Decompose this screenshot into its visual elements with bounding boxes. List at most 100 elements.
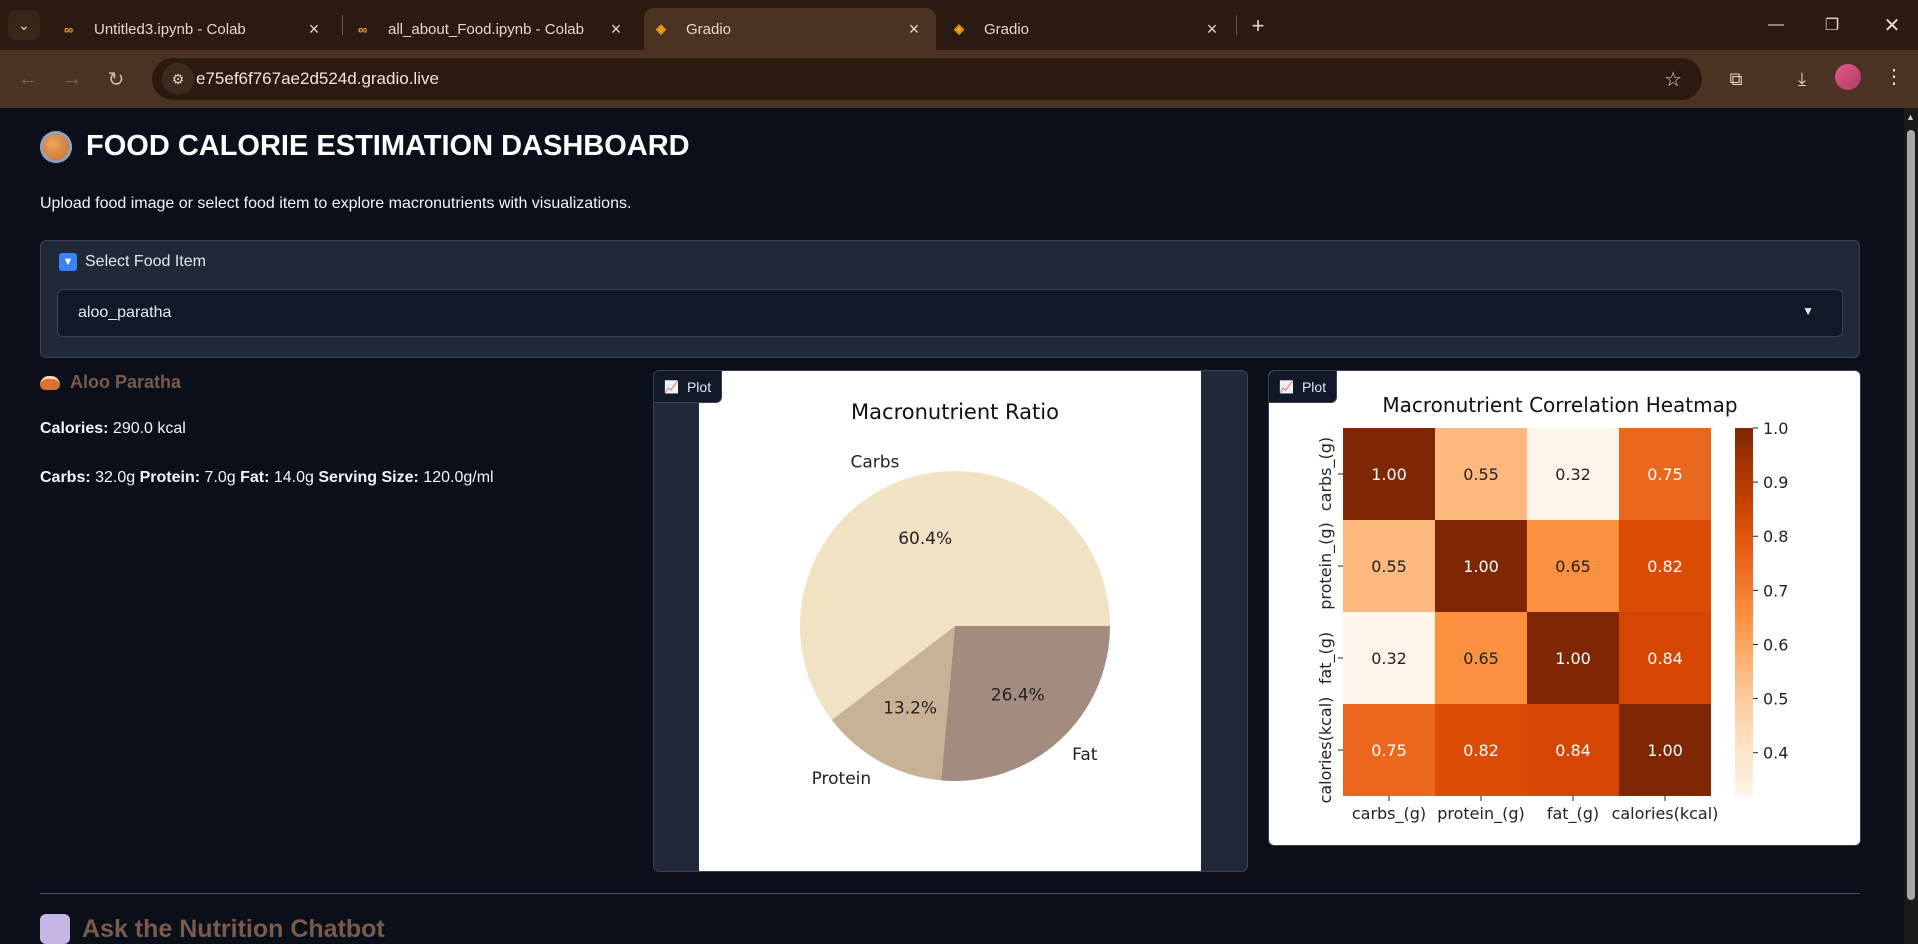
robot-icon: [40, 914, 70, 944]
url-text[interactable]: e75ef6f767ae2d524d.gradio.live: [196, 69, 439, 89]
page-subtitle: Upload food image or select food item to…: [40, 195, 632, 212]
back-button[interactable]: ←: [14, 65, 42, 93]
heatmap-cell-label: 1.00: [1463, 557, 1499, 576]
minimize-button[interactable]: —: [1756, 10, 1796, 40]
pie-category-label: Fat: [1072, 745, 1098, 765]
pie-category-label: Protein: [812, 769, 872, 789]
protein-value: 7.0g: [200, 469, 241, 486]
restore-icon: ❐: [1824, 17, 1840, 34]
tab-all-about-food[interactable]: ∞ all_about_Food.ipynb - Colab ×: [346, 8, 638, 50]
calories-line: Calories: 290.0 kcal: [40, 420, 186, 438]
heatmap-x-label: protein_(g): [1437, 804, 1525, 824]
serving-label: Serving Size:: [318, 469, 419, 486]
protein-label: Protein:: [139, 469, 201, 486]
heatmap-cell-label: 0.65: [1463, 649, 1499, 668]
heatmap-y-label: protein_(g): [1316, 522, 1336, 610]
heatmap-plot-block: 📈 Plot Macronutrient Correlation Heatmap…: [1268, 370, 1861, 846]
browser-toolbar: ← → ↻ ⚙ e75ef6f767ae2d524d.gradio.live ☆…: [0, 50, 1918, 108]
food-select-label-text: Select Food Item: [85, 253, 206, 270]
address-bar[interactable]: ⚙ e75ef6f767ae2d524d.gradio.live ☆: [152, 58, 1702, 100]
colorbar-tick-label: 0.5: [1763, 690, 1788, 709]
new-tab-button[interactable]: +: [1244, 12, 1272, 40]
heatmap-cell-label: 1.00: [1647, 741, 1683, 760]
page-title-text: FOOD CALORIE ESTIMATION DASHBOARD: [86, 130, 690, 162]
pie-percent-label: 26.4%: [991, 686, 1045, 706]
calories-label: Calories:: [40, 420, 109, 437]
heatmap-y-label: calories(kcal): [1316, 697, 1335, 804]
tab-title: Gradio: [984, 20, 1030, 38]
heatmap-cell-label: 0.82: [1647, 557, 1683, 576]
chatbot-heading: Ask the Nutrition Chatbot: [40, 914, 385, 944]
plus-icon: +: [1251, 13, 1265, 38]
section-divider: [40, 893, 1860, 894]
heatmap-title: Macronutrient Correlation Heatmap: [1382, 393, 1737, 417]
tab-search-button[interactable]: ⌄: [8, 10, 40, 40]
extensions-icon[interactable]: ⧉: [1722, 65, 1750, 93]
reload-icon: ↻: [107, 68, 125, 91]
site-info-icon[interactable]: ⚙: [162, 63, 194, 95]
colab-icon: ∞: [358, 21, 367, 37]
heatmap-cell-label: 0.55: [1371, 557, 1407, 576]
reload-button[interactable]: ↻: [102, 65, 130, 93]
tab-gradio[interactable]: ◈ Gradio ×: [942, 8, 1234, 50]
colorbar-tick-label: 0.8: [1763, 527, 1788, 546]
tab-title: Gradio: [686, 20, 732, 38]
tab-title: Untitled3.ipynb - Colab: [94, 20, 246, 38]
carbs-label: Carbs:: [40, 469, 91, 486]
more-menu-icon[interactable]: ⋮: [1884, 64, 1904, 90]
close-window-button[interactable]: ✕: [1872, 10, 1912, 40]
pie-chart: Macronutrient Ratio Carbs 60.4% Protein 13.…: [699, 371, 1201, 871]
forward-button[interactable]: →: [58, 65, 86, 93]
colab-icon: ∞: [64, 21, 73, 37]
calories-value: 290.0 kcal: [108, 420, 186, 437]
pie-category-label: Carbs: [850, 453, 899, 473]
food-name-heading: Aloo Paratha: [40, 372, 181, 393]
heatmap-y-label: fat_(g): [1316, 632, 1336, 684]
heatmap-cell-label: 1.00: [1371, 465, 1407, 484]
tab-untitled3[interactable]: ∞ Untitled3.ipynb - Colab ×: [52, 8, 336, 50]
scrollbar-thumb[interactable]: [1907, 130, 1915, 900]
heatmap-x-label: fat_(g): [1547, 804, 1599, 824]
plot-tag-label: Plot: [1301, 378, 1327, 395]
heatmap-cell-label: 1.00: [1555, 649, 1591, 668]
page-scrollbar[interactable]: ▲: [1904, 108, 1918, 944]
tab-separator: [1236, 15, 1237, 35]
scroll-up-icon[interactable]: ▲: [1906, 112, 1915, 122]
heatmap-cell-label: 0.84: [1647, 649, 1683, 668]
download-icon[interactable]: ⤓: [1788, 65, 1816, 93]
carbs-value: 32.0g: [90, 469, 140, 486]
close-icon[interactable]: ×: [904, 19, 924, 40]
pie-percent-label: 60.4%: [898, 529, 952, 549]
plot-tag: 📈 Plot: [654, 371, 723, 403]
restore-button[interactable]: ❐: [1812, 10, 1852, 40]
close-icon[interactable]: ×: [304, 19, 324, 40]
close-icon[interactable]: ×: [1202, 19, 1222, 40]
food-name-text: Aloo Paratha: [70, 372, 182, 392]
tab-separator: [342, 15, 343, 35]
heatmap-cell-label: 0.55: [1463, 465, 1499, 484]
heatmap-y-label: carbs_(g): [1316, 437, 1336, 511]
down-arrow-icon: ▼: [59, 253, 77, 271]
heatmap-x-label: calories(kcal): [1612, 804, 1719, 823]
plot-tag: 📈 Plot: [1269, 371, 1338, 403]
close-icon: ✕: [1883, 14, 1901, 37]
gradio-page: FOOD CALORIE ESTIMATION DASHBOARD Upload…: [0, 108, 1904, 944]
bookmark-star-icon[interactable]: ☆: [1664, 67, 1682, 92]
arrow-left-icon: ←: [18, 67, 38, 90]
colorbar-tick-label: 0.4: [1763, 744, 1788, 763]
gradio-icon: ◈: [954, 21, 964, 36]
tab-strip: ⌄ ∞ Untitled3.ipynb - Colab × ∞ all_abou…: [0, 0, 1918, 50]
tab-title: all_about_Food.ipynb - Colab: [388, 20, 584, 38]
tab-gradio-active[interactable]: ◈ Gradio ×: [644, 8, 936, 50]
profile-avatar[interactable]: [1835, 64, 1861, 90]
chevron-down-icon: ⌄: [18, 16, 30, 33]
food-bowl-icon: [40, 130, 72, 163]
fat-value: 14.0g: [269, 469, 319, 486]
food-select-dropdown[interactable]: aloo_paratha ▼: [57, 289, 1843, 337]
heatmap-cell-label: 0.75: [1647, 465, 1683, 484]
heatmap-cell-label: 0.84: [1555, 741, 1591, 760]
food-select-label: ▼ Select Food Item: [59, 253, 206, 271]
plot-tag-label: Plot: [686, 378, 712, 395]
close-icon[interactable]: ×: [606, 19, 626, 40]
chart-icon: 📈: [1279, 379, 1294, 394]
